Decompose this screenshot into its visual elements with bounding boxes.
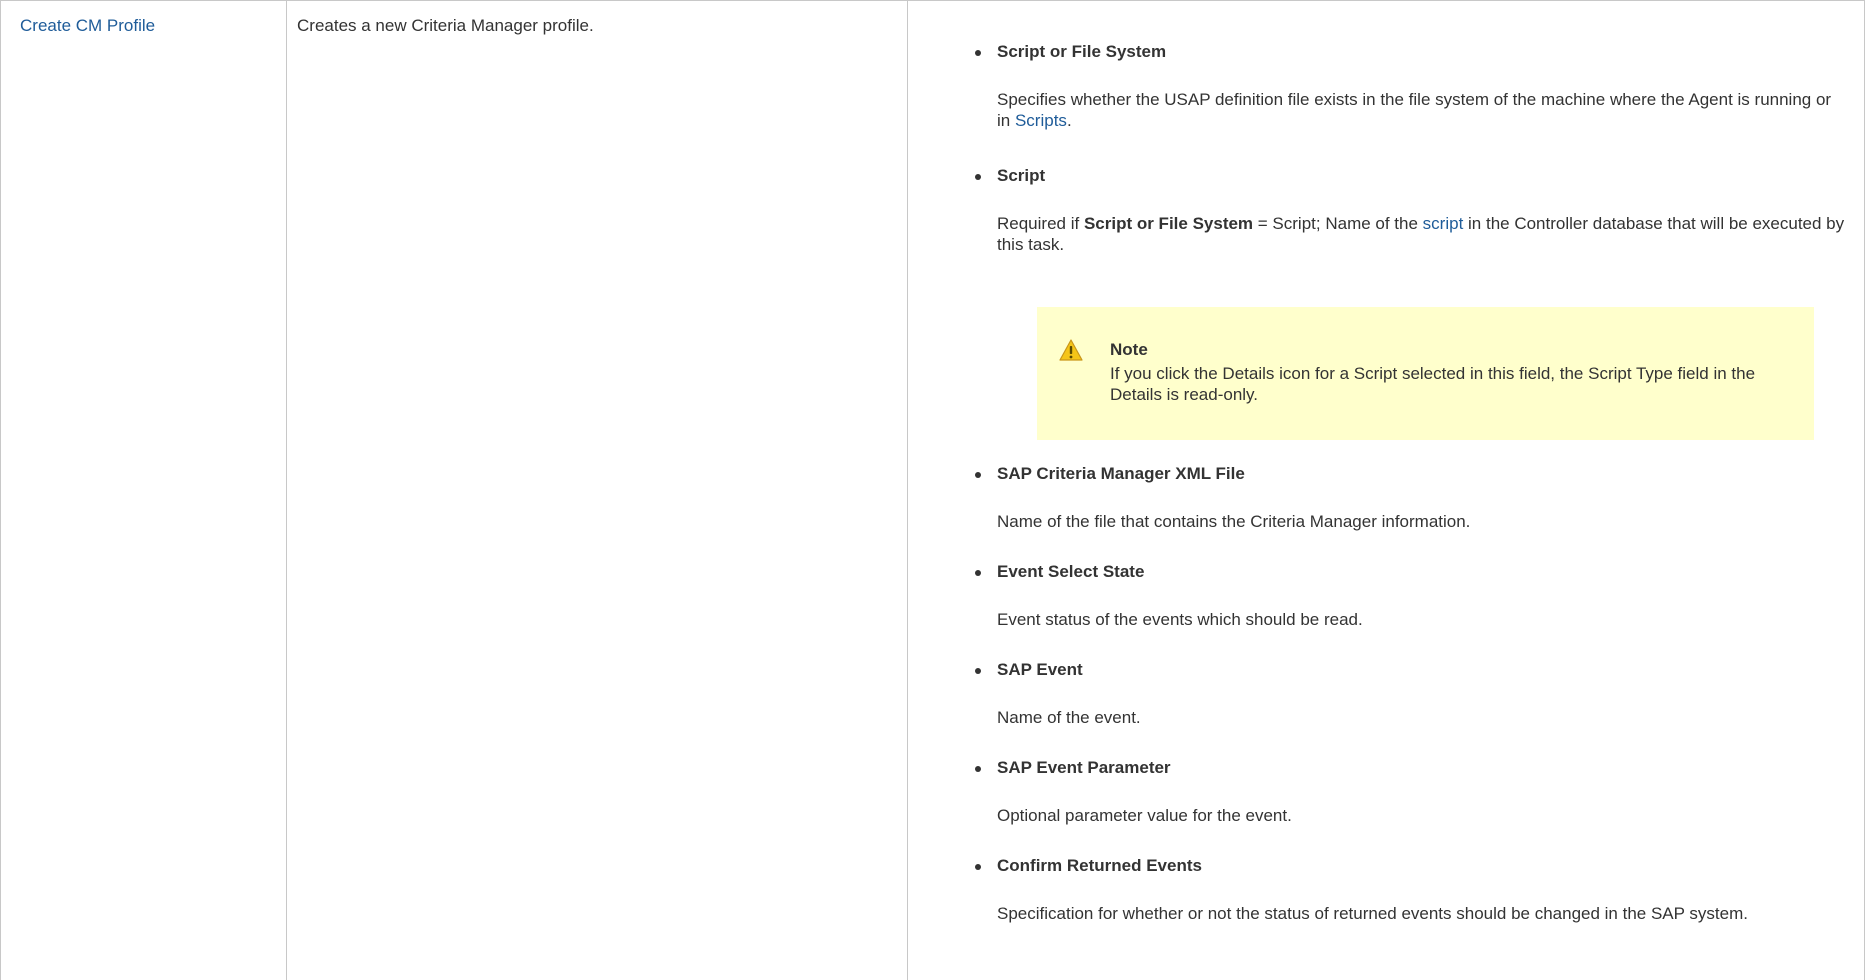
bullet bbox=[975, 668, 981, 674]
note-body: If you click the Details icon for a Scri… bbox=[1110, 364, 1756, 404]
parameter-title: Event Select State bbox=[997, 562, 1145, 581]
bullet bbox=[975, 570, 981, 576]
parameter-description: Specification for whether or not the sta… bbox=[997, 904, 1748, 923]
description-text: . bbox=[1066, 111, 1072, 130]
note-title: Note bbox=[1110, 340, 1148, 359]
description-text: Specifies whether the USAP definition fi… bbox=[997, 90, 1832, 130]
column-divider-2 bbox=[907, 0, 908, 980]
bullet bbox=[975, 864, 981, 870]
parameter-title: SAP Criteria Manager XML File bbox=[997, 464, 1245, 483]
bullet bbox=[975, 174, 981, 180]
parameter-description: Event status of the events which should … bbox=[997, 610, 1363, 629]
script-link[interactable]: script bbox=[1423, 214, 1464, 233]
parameter-description: Name of the file that contains the Crite… bbox=[997, 512, 1471, 531]
table-left-border bbox=[0, 0, 1, 980]
parameter-title: SAP Event Parameter bbox=[997, 758, 1171, 777]
command-name-cell: Create CM Profile bbox=[20, 16, 155, 36]
parameter-title: Confirm Returned Events bbox=[997, 856, 1202, 875]
command-description: Creates a new Criteria Manager profile. bbox=[297, 16, 594, 35]
parameter-description: Name of the event. bbox=[997, 708, 1141, 727]
parameter-title: Script or File System bbox=[997, 42, 1167, 61]
bullet bbox=[975, 50, 981, 56]
parameter-title: Script bbox=[997, 166, 1046, 185]
column-divider-1 bbox=[286, 0, 287, 980]
description-text: Required if bbox=[997, 214, 1084, 233]
scripts-link[interactable]: Scripts bbox=[1015, 111, 1067, 130]
bullet bbox=[975, 766, 981, 772]
parameter-description: Required if Script or File System = Scri… bbox=[997, 213, 1847, 255]
bullet bbox=[975, 472, 981, 478]
bold-field-name: Script or File System bbox=[1083, 214, 1254, 233]
warning-icon bbox=[1059, 339, 1083, 361]
description-text: = Script; Name of the bbox=[1253, 214, 1423, 233]
parameter-description: Specifies whether the USAP definition fi… bbox=[997, 89, 1847, 131]
table-top-border bbox=[0, 0, 1865, 1]
note-box: Note If you click the Details icon for a… bbox=[1037, 307, 1814, 440]
parameter-description: Optional parameter value for the event. bbox=[997, 806, 1292, 825]
parameter-title: SAP Event bbox=[997, 660, 1083, 679]
create-cm-profile-link[interactable]: Create CM Profile bbox=[20, 16, 155, 35]
